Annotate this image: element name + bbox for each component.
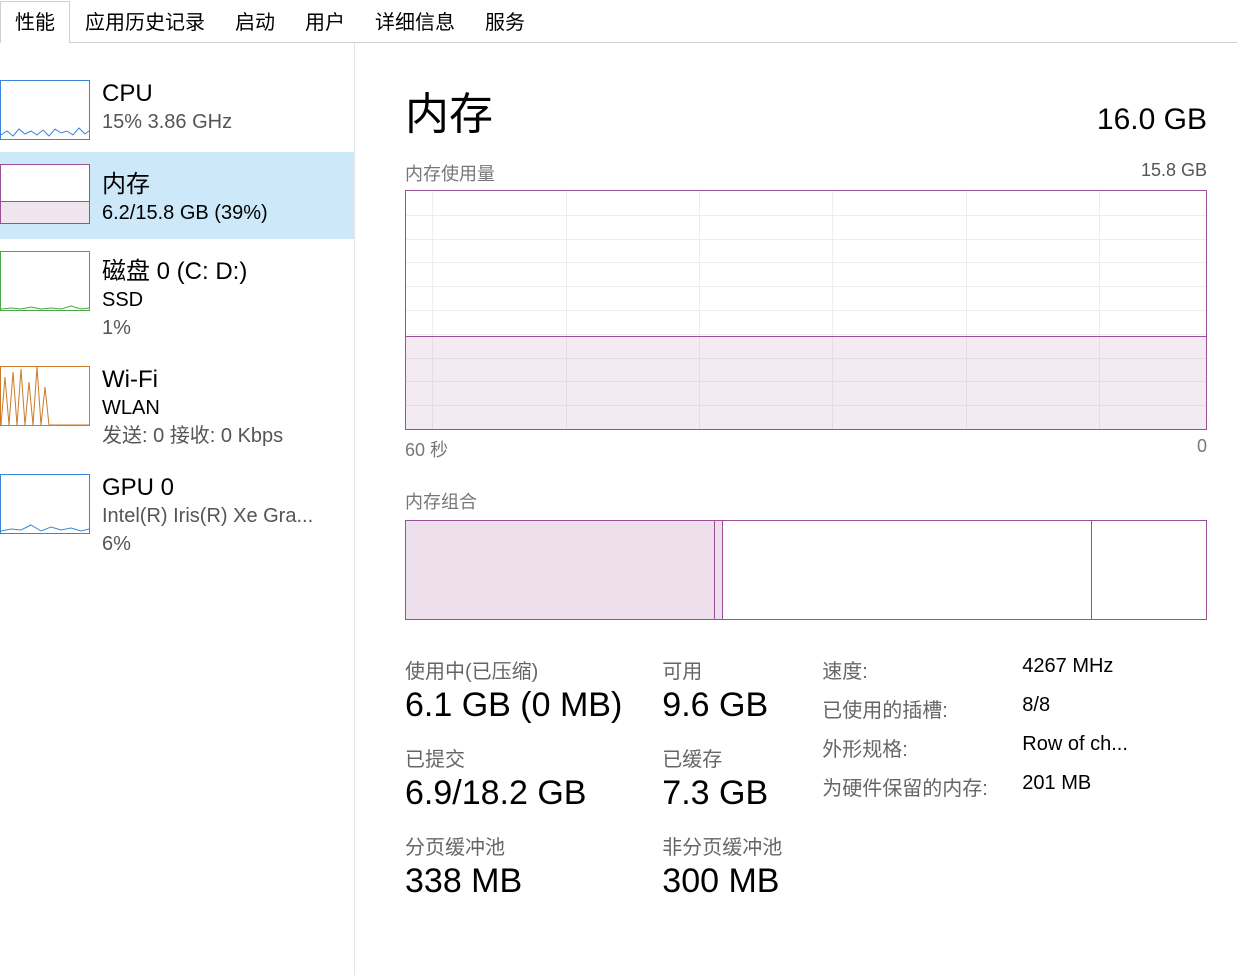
sidebar-item-cpu[interactable]: CPU 15% 3.86 GHz [0,68,354,152]
gpu-sub2: 6% [102,530,344,558]
memory-composition-chart[interactable] [405,520,1207,620]
gpu-title: GPU 0 [102,474,344,502]
paged-label: 分页缓冲池 [405,831,622,860]
reserved-value: 201 MB [1022,772,1091,801]
tab-startup[interactable]: 启动 [220,1,290,43]
cached-label: 已缓存 [662,743,782,772]
disk-title: 磁盘 0 (C: D:) [102,251,344,286]
sidebar-item-gpu[interactable]: GPU 0 Intel(R) Iris(R) Xe Gra... 6% [0,462,354,570]
comp-free [1092,521,1206,619]
usage-graph-max: 15.8 GB [1141,160,1207,186]
composition-label: 内存组合 [405,488,1207,514]
comp-modified [715,521,723,619]
available-label: 可用 [662,655,782,684]
memory-thumbnail-icon [0,164,90,224]
tab-performance[interactable]: 性能 [0,1,70,43]
cached-value: 7.3 GB [662,774,782,813]
disk-sub2: 1% [102,314,344,342]
sidebar: CPU 15% 3.86 GHz 内存 6.2/15.8 GB (39%) 磁盘… [0,43,355,975]
slots-label: 已使用的插槽: [822,694,1022,723]
tab-services[interactable]: 服务 [470,1,540,43]
sidebar-item-wifi[interactable]: Wi-Fi WLAN 发送: 0 接收: 0 Kbps [0,354,354,462]
available-value: 9.6 GB [662,686,782,725]
slots-value: 8/8 [1022,694,1050,723]
detail-total: 16.0 GB [1097,103,1207,137]
memory-title: 内存 [102,164,344,199]
detail-pane: 内存 16.0 GB 内存使用量 15.8 GB 60 秒 [355,43,1237,975]
stats-left: 使用中(已压缩) 6.1 GB (0 MB) 可用 9.6 GB 已提交 6.9… [405,655,782,901]
main-area: CPU 15% 3.86 GHz 内存 6.2/15.8 GB (39%) 磁盘… [0,43,1237,975]
memory-sub: 6.2/15.8 GB (39%) [102,199,344,227]
speed-label: 速度: [822,655,1022,684]
wifi-sub2: 发送: 0 接收: 0 Kbps [102,422,344,450]
stats-right: 速度: 4267 MHz 已使用的插槽: 8/8 外形规格: Row of ch… [822,655,1128,901]
sidebar-item-memory[interactable]: 内存 6.2/15.8 GB (39%) [0,152,354,239]
comp-standby [723,521,1093,619]
cpu-title: CPU [102,80,344,108]
axis-right: 0 [1197,436,1207,462]
wifi-thumbnail-icon [0,366,90,426]
nonpaged-label: 非分页缓冲池 [662,831,782,860]
tab-app-history[interactable]: 应用历史记录 [70,1,220,43]
form-label: 外形规格: [822,733,1022,762]
memory-usage-chart[interactable] [405,190,1207,430]
tab-users[interactable]: 用户 [290,1,360,43]
tabs-bar: 性能 应用历史记录 启动 用户 详细信息 服务 [0,0,1237,43]
cpu-sub: 15% 3.86 GHz [102,108,344,136]
committed-value: 6.9/18.2 GB [405,774,622,813]
gpu-thumbnail-icon [0,474,90,534]
wifi-title: Wi-Fi [102,366,344,394]
disk-sub1: SSD [102,286,344,314]
speed-value: 4267 MHz [1022,655,1113,684]
disk-thumbnail-icon [0,251,90,311]
detail-title: 内存 [405,78,493,142]
wifi-sub1: WLAN [102,394,344,422]
usage-graph-label: 内存使用量 [405,160,495,186]
comp-in-use [406,521,715,619]
gpu-sub1: Intel(R) Iris(R) Xe Gra... [102,502,344,530]
reserved-label: 为硬件保留的内存: [822,772,1022,801]
nonpaged-value: 300 MB [662,862,782,901]
tab-details[interactable]: 详细信息 [360,1,470,43]
form-value: Row of ch... [1022,733,1128,762]
cpu-thumbnail-icon [0,80,90,140]
in-use-label: 使用中(已压缩) [405,655,622,684]
in-use-value: 6.1 GB (0 MB) [405,686,622,725]
paged-value: 338 MB [405,862,622,901]
axis-left: 60 秒 [405,436,448,462]
sidebar-item-disk[interactable]: 磁盘 0 (C: D:) SSD 1% [0,239,354,354]
committed-label: 已提交 [405,743,622,772]
